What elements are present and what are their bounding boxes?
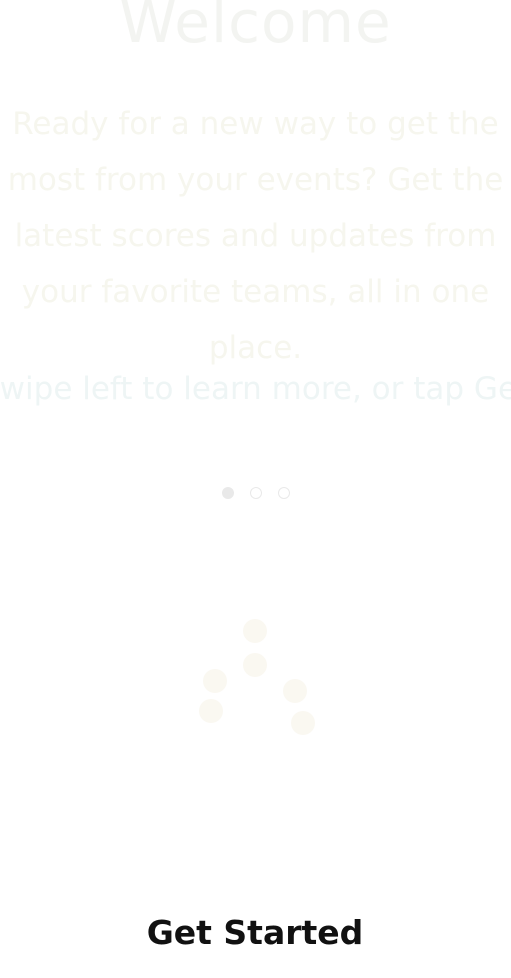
onboarding-screen: Welcome Ready for a new way to get the m… xyxy=(0,0,511,978)
swipe-hint-text: Swipe left to learn more, or tap Get Sta… xyxy=(0,371,511,407)
page-dot-3[interactable] xyxy=(277,487,290,499)
welcome-title: Welcome xyxy=(119,0,392,56)
app-logo-icon xyxy=(199,619,315,735)
intro-text: Ready for a new way to get the most from… xyxy=(7,106,504,366)
page-dot-1[interactable] xyxy=(221,487,234,499)
page-dot-2[interactable] xyxy=(249,487,262,499)
get-started-button[interactable]: Get Started xyxy=(105,903,405,961)
page-indicator xyxy=(0,487,511,499)
